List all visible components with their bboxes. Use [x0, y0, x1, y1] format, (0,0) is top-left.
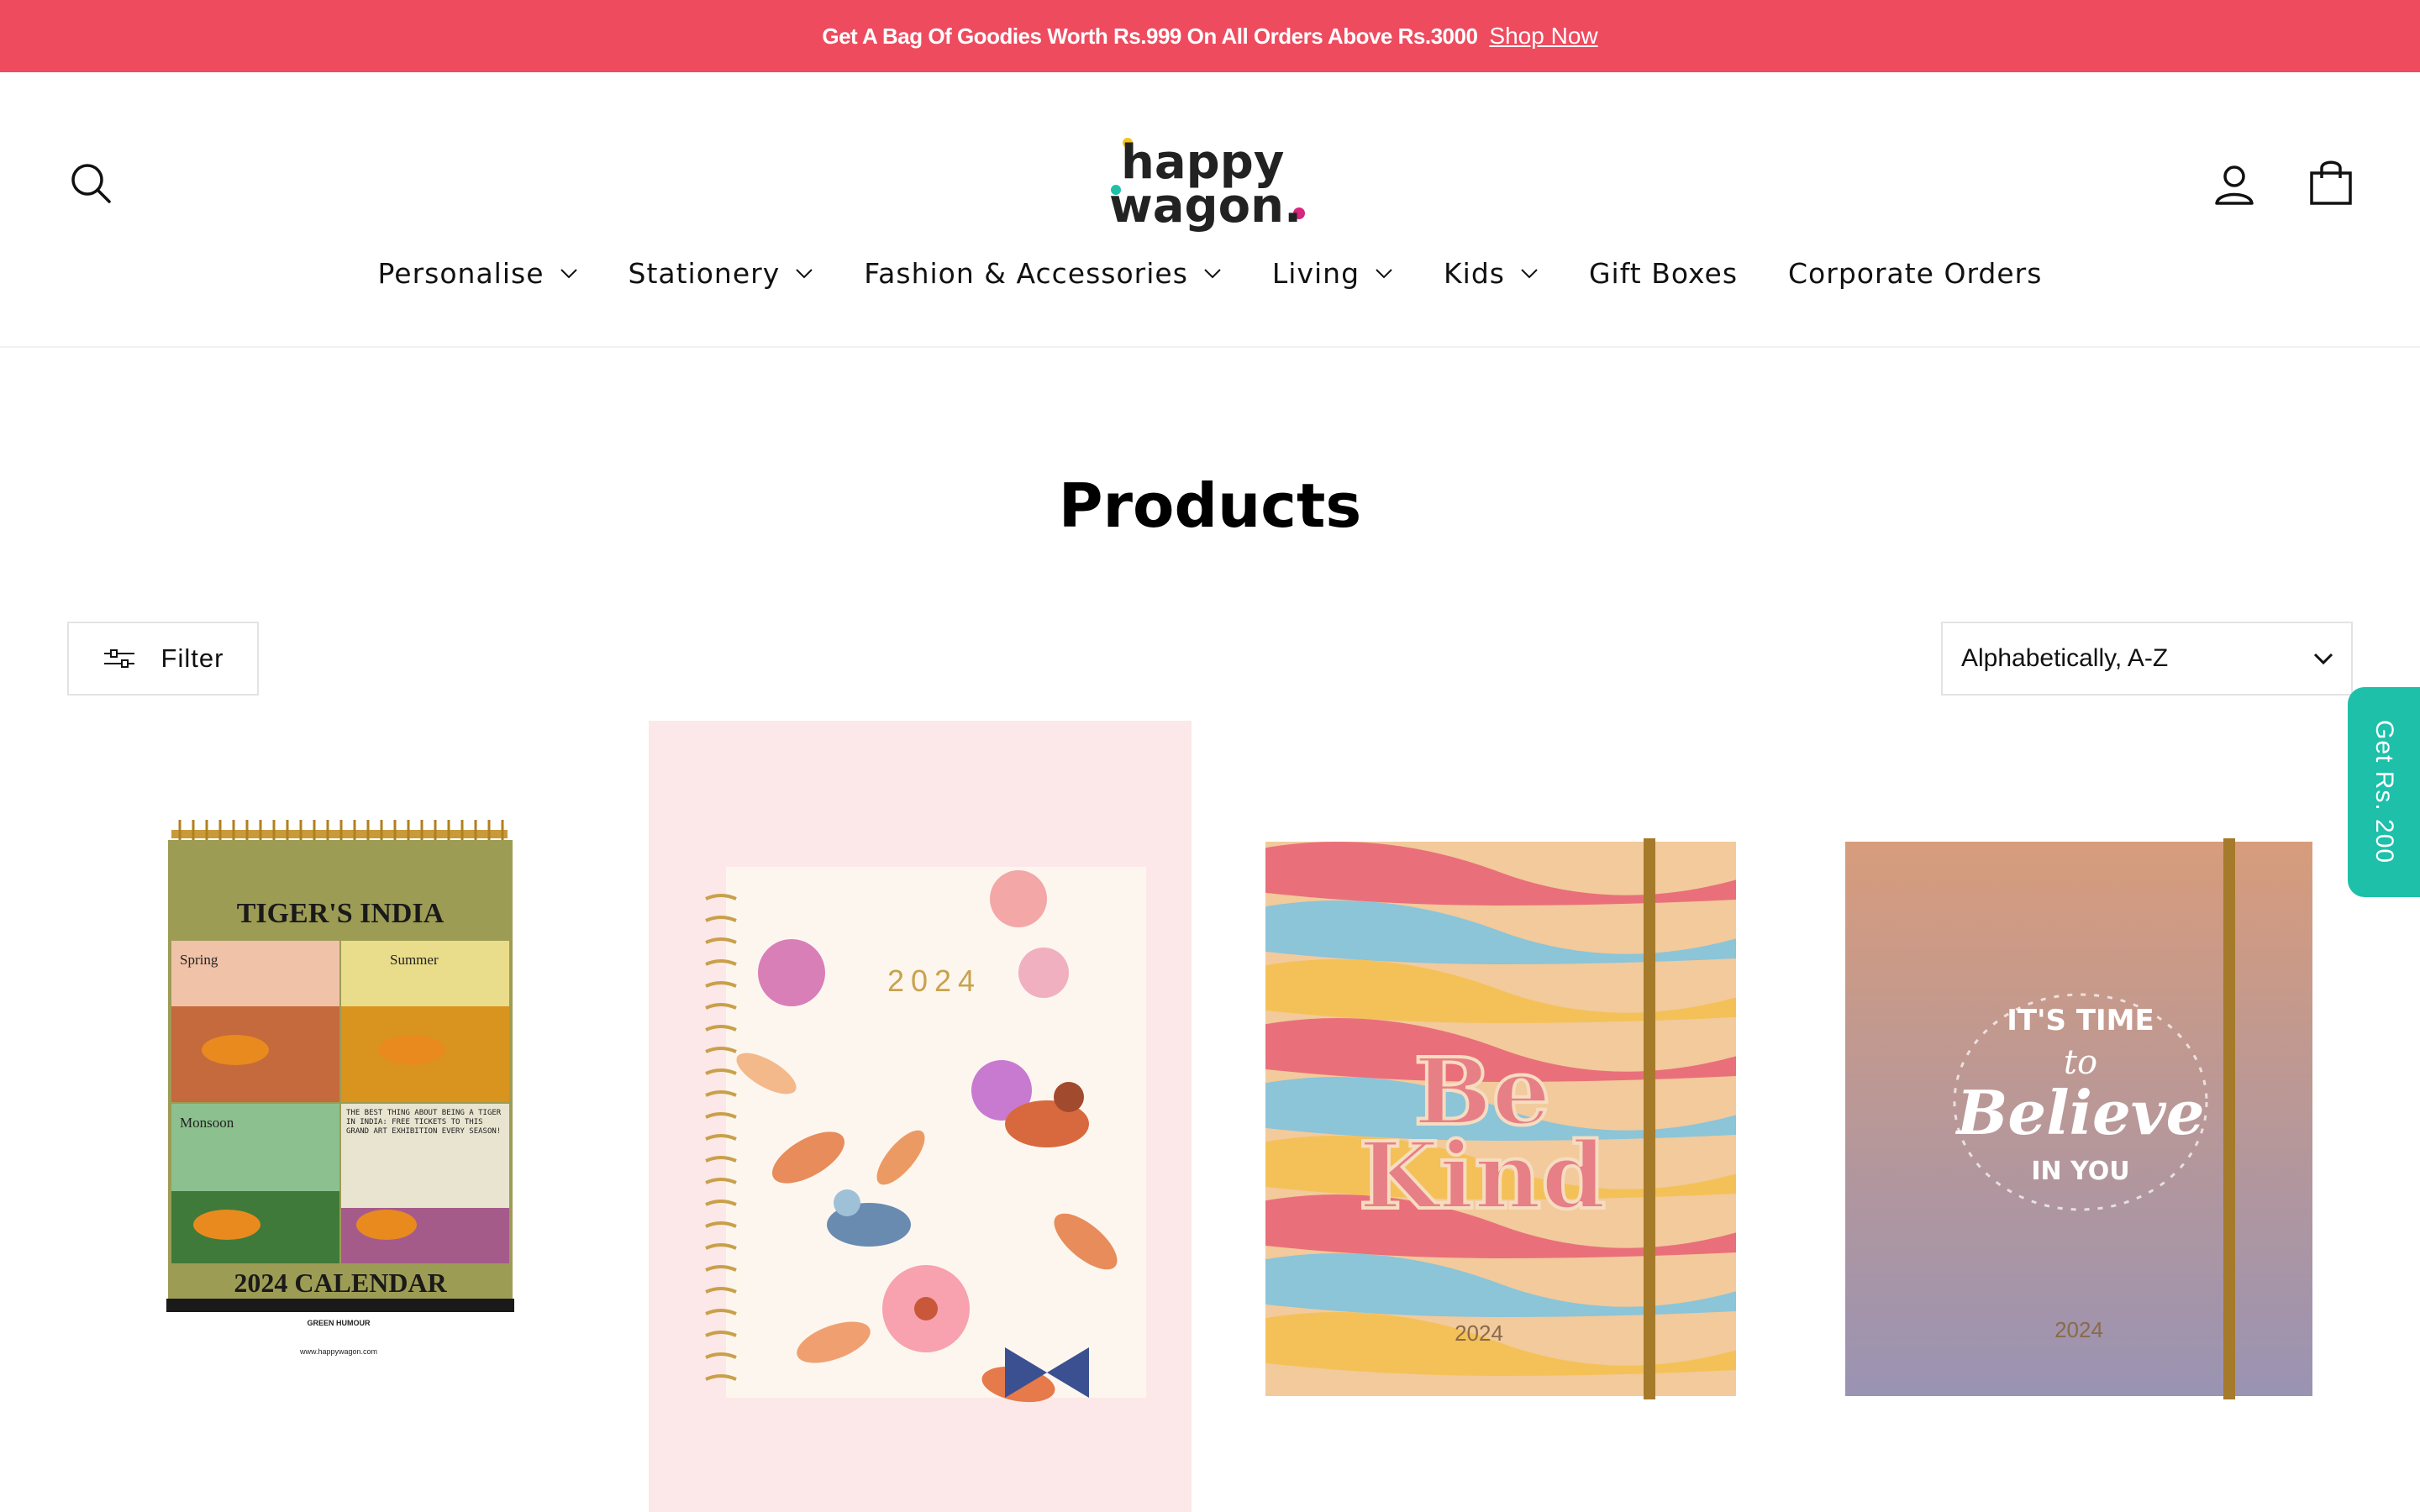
- believe-text-4: IN YOU: [2031, 1157, 2129, 1186]
- panel-label-monsoon: Monsoon: [180, 1115, 234, 1131]
- product-card[interactable]: 2024: [649, 721, 1192, 1512]
- product-image-be-kind-planner: Be Kind 2024: [1265, 838, 1736, 1399]
- main-navigation: Personalise Stationery Fashion & Accesso…: [0, 257, 2420, 290]
- nav-label: Stationery: [628, 257, 781, 290]
- believe-text-3: Believe: [1955, 1077, 2205, 1148]
- side-tab-label: Get Rs. 200: [2370, 720, 2398, 864]
- panel-label-summer: Summer: [390, 952, 439, 968]
- product-card[interactable]: Be Kind 2024: [1230, 721, 1773, 1512]
- product-card[interactable]: IT'S TIME to Believe IN YOU 2024: [1812, 721, 2354, 1512]
- calendar-subtitle: 2024 CALENDAR: [234, 1268, 447, 1298]
- logo-text-wagon: wagon.: [1109, 179, 1302, 232]
- panel-label-spring: Spring: [180, 952, 218, 968]
- announcement-bar: Get A Bag Of Goodies Worth Rs.999 On All…: [0, 0, 2420, 72]
- sort-selected-value: Alphabetically, A-Z: [1961, 644, 2169, 672]
- filter-button[interactable]: Filter: [67, 622, 259, 696]
- chevron-down-icon: [796, 268, 813, 278]
- nav-item-stationery[interactable]: Stationery: [629, 257, 814, 290]
- nav-item-fashion-accessories[interactable]: Fashion & Accessories: [864, 257, 1222, 290]
- product-image-calendar: TIGER'S INDIA Spring Summer Monsoon The …: [166, 820, 514, 1312]
- chevron-down-icon: [1521, 268, 1538, 278]
- sliders-icon: [103, 649, 134, 668]
- search-button[interactable]: [67, 160, 114, 207]
- page-title: Products: [1058, 470, 1362, 541]
- planner-year: 2024: [887, 963, 981, 998]
- nav-label: Corporate Orders: [1788, 257, 2043, 290]
- believe-text-1: IT'S TIME: [2007, 1004, 2154, 1037]
- calendar-url: www.happywagon.com: [299, 1347, 378, 1356]
- sort-select[interactable]: Alphabetically, A-Z: [1941, 622, 2353, 696]
- nav-item-living[interactable]: Living: [1272, 257, 1393, 290]
- be-kind-text-2: Kind: [1359, 1121, 1606, 1230]
- filter-label: Filter: [160, 643, 224, 673]
- nav-item-personalise[interactable]: Personalise: [378, 257, 578, 290]
- chevron-down-icon: [1204, 268, 1221, 278]
- nav-item-gift-boxes[interactable]: Gift Boxes: [1589, 257, 1738, 290]
- calendar-credit: GREEN HUMOUR: [307, 1319, 371, 1327]
- account-icon: [2215, 165, 2254, 205]
- nav-item-corporate-orders[interactable]: Corporate Orders: [1788, 257, 2042, 290]
- account-button[interactable]: [2210, 160, 2259, 208]
- spiral-binding: [171, 820, 508, 840]
- cart-button[interactable]: [2307, 156, 2354, 207]
- shop-now-link[interactable]: Shop Now: [1489, 23, 1597, 50]
- announcement-message: Get A Bag Of Goodies Worth Rs.999 On All…: [822, 23, 1478, 49]
- chevron-down-icon: [560, 268, 577, 278]
- product-image-believe-planner: IT'S TIME to Believe IN YOU 2024: [1845, 838, 2312, 1399]
- get-reward-tab[interactable]: Get Rs. 200: [2348, 687, 2420, 897]
- believe-year: 2024: [2054, 1317, 2103, 1342]
- chevron-down-icon: [2313, 653, 2333, 665]
- search-icon: [71, 164, 111, 203]
- nav-label: Personalise: [377, 257, 544, 290]
- product-image-floral-planner: 2024: [705, 867, 1146, 1403]
- product-card[interactable]: TIGER'S INDIA Spring Summer Monsoon The …: [67, 721, 610, 1512]
- nav-item-kids[interactable]: Kids: [1444, 257, 1539, 290]
- nav-label: Living: [1271, 257, 1360, 290]
- nav-label: Gift Boxes: [1588, 257, 1739, 290]
- cart-icon: [2310, 160, 2352, 205]
- nav-label: Fashion & Accessories: [864, 257, 1188, 290]
- brand-logo[interactable]: happy wagon.: [1109, 131, 1311, 234]
- site-header: happy wagon. Personalise Stationery Fash…: [0, 72, 2420, 348]
- nav-label: Kids: [1444, 257, 1505, 290]
- be-kind-year: 2024: [1455, 1320, 1503, 1346]
- calendar-cover-title: TIGER'S INDIA: [237, 898, 445, 929]
- panel-caption: The best thing about being a tiger in In…: [346, 1109, 502, 1136]
- happy-wagon-logo: happy wagon.: [1109, 135, 1305, 234]
- chevron-down-icon: [1376, 268, 1392, 278]
